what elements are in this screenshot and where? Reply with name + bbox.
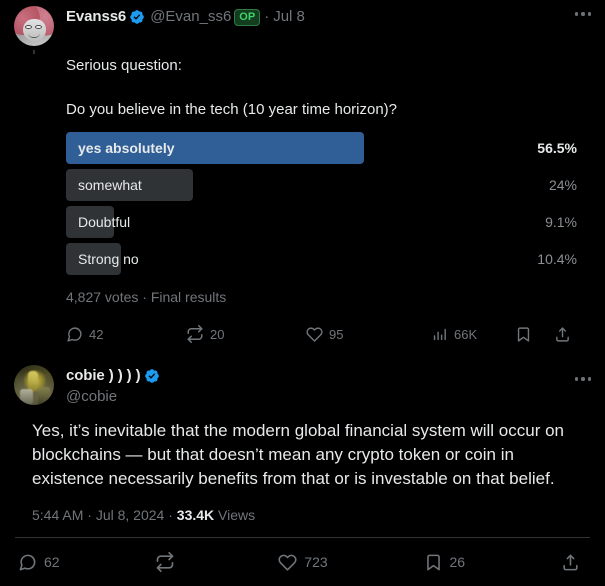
retweet-button[interactable]: 20 xyxy=(186,325,306,343)
share-button[interactable] xyxy=(554,326,577,343)
reply-count: 42 xyxy=(89,326,104,342)
retweet-button[interactable] xyxy=(155,552,182,572)
poll-option-label: Doubtful xyxy=(78,214,131,230)
author-display-name[interactable]: Evanss6 xyxy=(66,7,126,27)
author-display-name[interactable]: cobie ) ) ) ) xyxy=(66,366,141,386)
tweet2-author-block: cobie ) ) ) ) @cobie xyxy=(54,365,591,407)
analytics-icon xyxy=(431,326,448,343)
tweet1-avatar-column xyxy=(14,6,54,54)
poll-results: yes absolutely 56.5% somewhat 24% Doubtf… xyxy=(66,132,577,275)
tweet-date: Jul 8, 2024 xyxy=(95,507,165,523)
poll-option-percent: 24% xyxy=(548,177,577,193)
bookmark-icon xyxy=(424,553,443,572)
views-button[interactable]: 66K xyxy=(431,326,477,343)
poll-option-label: somewhat xyxy=(78,177,142,193)
views-label: Views xyxy=(218,507,256,523)
tweet2-header: cobie ) ) ) ) @cobie xyxy=(14,365,591,407)
like-button[interactable]: 723 xyxy=(278,553,328,572)
like-count: 723 xyxy=(304,554,328,570)
share-icon xyxy=(554,326,571,343)
views-count: 33.4K xyxy=(176,507,215,523)
tweet1-header: Evanss6 @Evan_ss6 OP · Jul 8 xyxy=(14,6,591,54)
more-options-button[interactable] xyxy=(574,12,591,16)
reply-icon xyxy=(18,553,37,572)
poll-option-label: Strong no xyxy=(78,251,139,267)
like-button[interactable]: 95 xyxy=(306,326,431,343)
meta-separator: · xyxy=(168,507,173,523)
retweet-count: 20 xyxy=(210,326,225,342)
tweet-poll: Evanss6 @Evan_ss6 OP · Jul 8 Serious que… xyxy=(0,0,605,349)
poll-option-label: yes absolutely xyxy=(78,140,175,156)
tweet1-body: Serious question: Do you believe in the … xyxy=(14,56,591,305)
poll-option-percent: 9.1% xyxy=(545,214,577,230)
reply-count: 62 xyxy=(44,554,60,570)
avatar-eye-left xyxy=(25,25,32,29)
tweet2-action-bar: 62 723 26 xyxy=(0,538,605,586)
reply-button[interactable]: 62 xyxy=(18,553,60,572)
bookmark-button[interactable] xyxy=(515,326,538,343)
reply-icon xyxy=(66,326,83,343)
avatar[interactable] xyxy=(14,6,54,46)
tweet-text: Serious question: xyxy=(66,57,182,74)
meta-separator: · xyxy=(264,8,270,25)
author-handle[interactable]: @Evan_ss6 xyxy=(150,7,231,27)
tweet1-action-bar: 42 20 95 66K xyxy=(14,319,591,349)
poll-option-percent: 56.5% xyxy=(537,140,577,156)
bookmark-button[interactable]: 26 xyxy=(424,553,466,572)
poll-option-row[interactable]: yes absolutely 56.5% xyxy=(66,132,577,164)
more-dot xyxy=(574,12,578,16)
more-options-button[interactable] xyxy=(574,377,591,381)
tweet1-author-block: Evanss6 @Evan_ss6 OP · Jul 8 xyxy=(54,6,591,27)
bookmark-count: 26 xyxy=(449,554,466,570)
author-handle[interactable]: @cobie xyxy=(66,387,591,407)
tweet2-name-row: cobie ) ) ) ) xyxy=(66,366,591,386)
poll-option-row[interactable]: Strong no 10.4% xyxy=(66,243,577,275)
tweet1-name-row: Evanss6 @Evan_ss6 OP · Jul 8 xyxy=(66,7,591,27)
avatar-photo-shape xyxy=(38,387,50,405)
avatar-eye-right xyxy=(35,25,42,29)
tweet-meta-row: 5:44 AM · Jul 8, 2024 · 33.4K Views xyxy=(14,507,591,523)
heart-icon xyxy=(278,553,297,572)
share-button[interactable] xyxy=(561,553,587,572)
verified-badge-icon xyxy=(129,9,145,25)
tweet-thread-page: Evanss6 @Evan_ss6 OP · Jul 8 Serious que… xyxy=(0,0,605,572)
poll-option-percent: 10.4% xyxy=(537,251,577,267)
tweet-timestamp[interactable]: Jul 8 xyxy=(273,7,305,27)
retweet-icon xyxy=(155,552,175,572)
tweet-text: Yes, it’s inevitable that the modern glo… xyxy=(32,421,565,488)
more-dot xyxy=(581,377,585,381)
poll-option-row[interactable]: Doubtful 9.1% xyxy=(66,206,577,238)
verified-badge-icon xyxy=(144,368,160,384)
views-count: 66K xyxy=(454,326,478,342)
avatar-photo-shape xyxy=(28,371,38,391)
reply-button[interactable]: 42 xyxy=(66,326,186,343)
tweet2-avatar-column xyxy=(14,365,54,405)
poll-vote-meta: 4,827 votes · Final results xyxy=(66,289,227,305)
more-dot xyxy=(587,12,591,16)
thread-connector-line xyxy=(33,50,35,54)
more-dot xyxy=(587,377,591,381)
poll-question: Do you believe in the tech (10 year time… xyxy=(66,101,398,118)
avatar[interactable] xyxy=(14,365,54,405)
tweet-time: 5:44 AM xyxy=(32,507,84,523)
bookmark-icon xyxy=(515,326,532,343)
more-dot xyxy=(574,377,578,381)
poll-option-row[interactable]: somewhat 24% xyxy=(66,169,577,201)
avatar-photo-shape xyxy=(20,389,33,405)
more-dot xyxy=(581,12,585,16)
heart-icon xyxy=(306,326,323,343)
retweet-icon xyxy=(186,325,204,343)
tweet-main: cobie ) ) ) ) @cobie Yes, it’s inevitabl… xyxy=(0,365,605,523)
like-count: 95 xyxy=(329,326,344,342)
op-badge: OP xyxy=(234,8,261,26)
share-icon xyxy=(561,553,580,572)
meta-separator: · xyxy=(87,507,92,523)
